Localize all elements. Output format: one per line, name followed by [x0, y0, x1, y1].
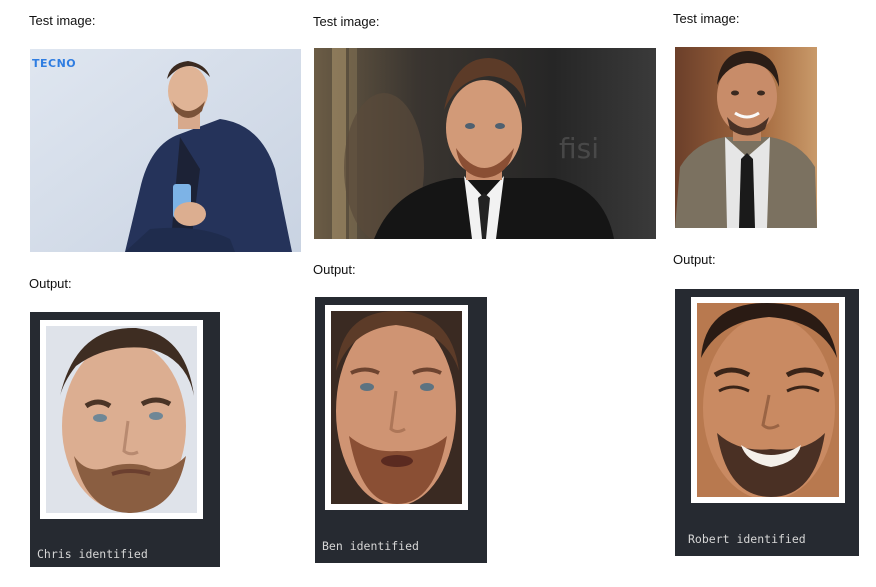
output-panel-1: Chris identified — [30, 312, 220, 567]
face-crop-ben — [331, 311, 462, 504]
person-photo-robert — [675, 47, 817, 228]
test-image-1: TECNO — [30, 49, 301, 252]
svg-text:fisi: fisi — [559, 132, 599, 165]
face-crop-chris — [46, 326, 197, 513]
identified-text-3: Robert identified — [688, 532, 806, 546]
output-label-1: Output: — [29, 276, 72, 291]
output-label-3: Output: — [673, 252, 716, 267]
face-image-chris — [46, 326, 197, 513]
person-photo-ben: fisi — [314, 48, 656, 239]
brand-logo-text: TECNO — [32, 57, 77, 70]
output-panel-2: Ben identified — [315, 297, 487, 563]
face-frame-1 — [40, 320, 203, 519]
face-frame-3 — [691, 297, 845, 503]
face-crop-robert — [697, 303, 839, 497]
identified-text-1: Chris identified — [37, 547, 148, 561]
face-image-ben — [331, 311, 462, 504]
test-image-label-3: Test image: — [673, 11, 740, 26]
face-image-robert — [697, 303, 839, 497]
output-panel-3: Robert identified — [675, 289, 859, 556]
person-photo-chris — [30, 49, 301, 252]
test-image-label-1: Test image: — [29, 13, 96, 28]
output-label-2: Output: — [313, 262, 356, 277]
test-image-2: fisi — [314, 48, 656, 239]
test-image-3 — [675, 47, 817, 228]
identified-text-2: Ben identified — [322, 539, 419, 553]
face-frame-2 — [325, 305, 468, 510]
test-image-label-2: Test image: — [313, 14, 380, 29]
